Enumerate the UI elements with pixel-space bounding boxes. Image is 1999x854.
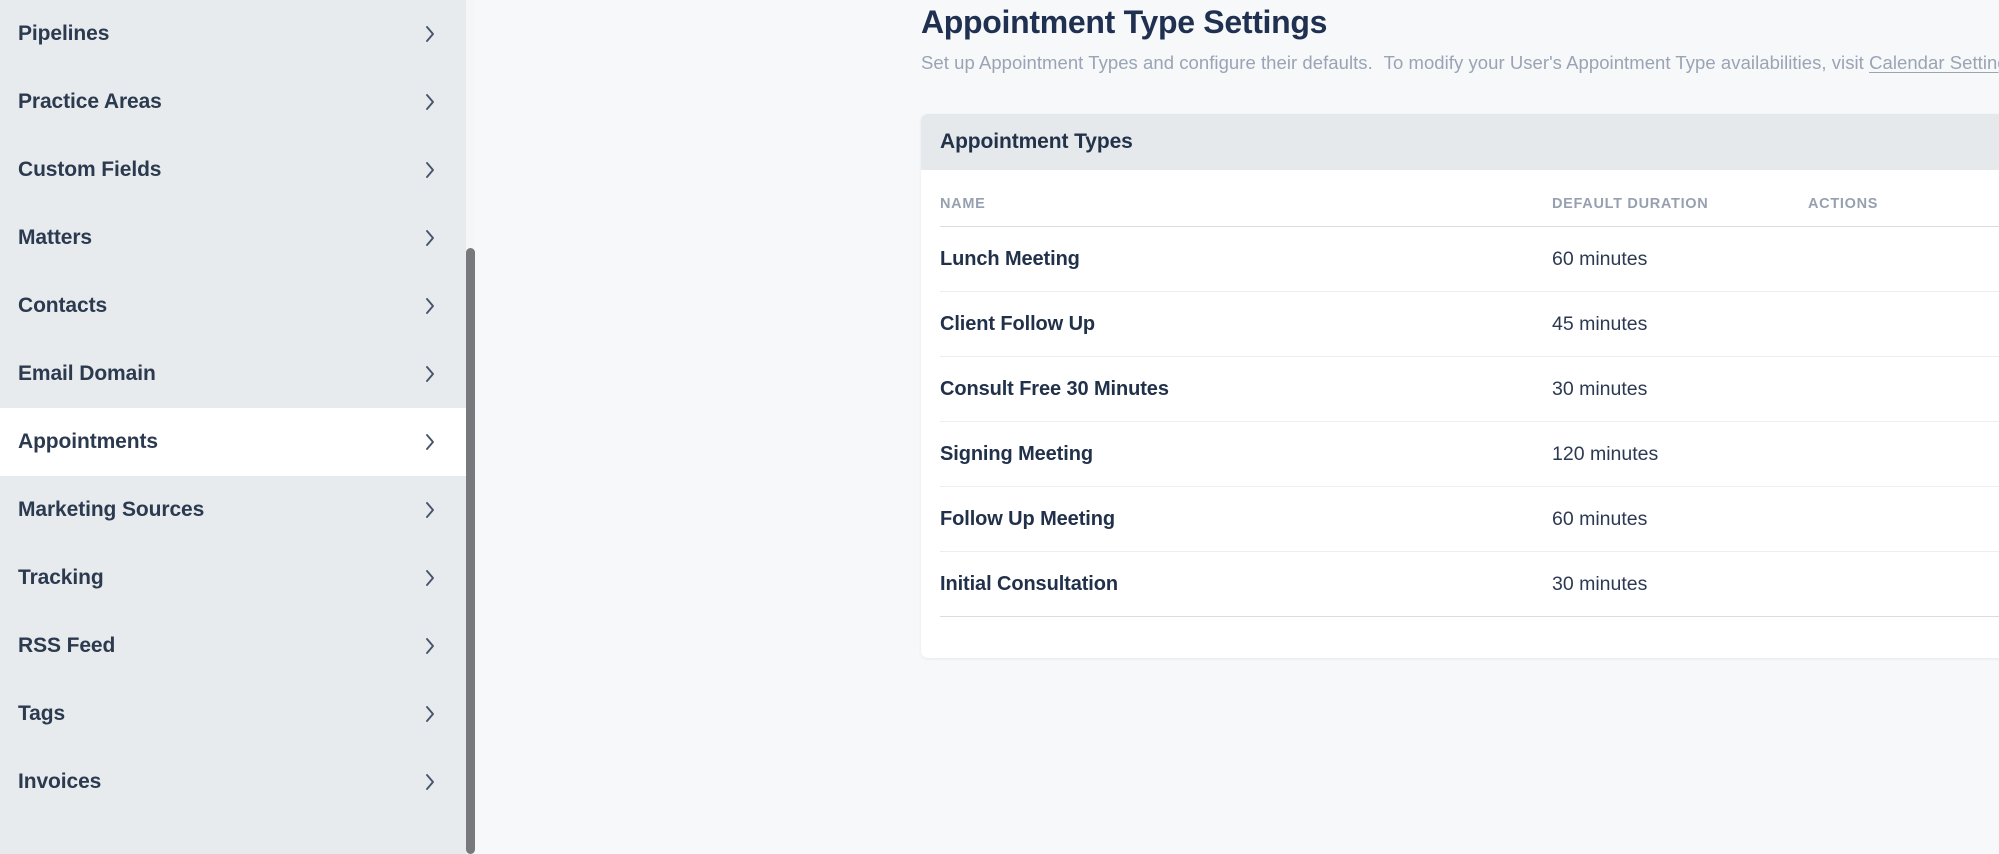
chevron-right-icon [424,24,436,44]
cell-actions [1808,356,1999,422]
table-row: Lunch Meeting 60 minutes [940,226,1999,292]
sidebar-item-label: Tags [18,702,66,725]
sidebar-item-marketing-sources[interactable]: Marketing Sources [0,476,466,544]
table-row: Follow Up Meeting 60 minutes [940,486,1999,552]
table-row: Signing Meeting 120 minutes [940,421,1999,487]
chevron-right-icon [424,704,436,724]
cell-default-duration: 120 minutes [1552,421,1808,487]
sidebar-item-rss-feed[interactable]: RSS Feed [0,612,466,680]
cell-appointment-name: Consult Free 30 Minutes [940,356,1552,422]
sidebar-item-custom-fields[interactable]: Custom Fields [0,136,466,204]
sidebar-item-label: Appointments [18,430,158,453]
chevron-right-icon [424,568,436,588]
chevron-right-icon [424,228,436,248]
table-container: NAME DEFAULT DURATION ACTIONS Lunch Meet… [921,170,1999,617]
cell-appointment-name: Initial Consultation [940,551,1552,617]
sidebar-item-email-domain[interactable]: Email Domain [0,340,466,408]
sidebar-item-tracking[interactable]: Tracking [0,544,466,612]
table-body: Lunch Meeting 60 minutes Client Follow Up 4… [940,226,1999,617]
cell-actions [1808,551,1999,617]
table-head: NAME DEFAULT DURATION ACTIONS [940,170,1999,227]
chevron-right-icon [424,296,436,316]
cell-actions [1808,226,1999,292]
chevron-right-icon [424,92,436,112]
sidebar-item-tags[interactable]: Tags [0,680,466,748]
sidebar-item-label: Matters [18,226,92,249]
card-header: Appointment Types [921,114,1999,170]
sidebar-nav-list: Pipelines Practice Areas Custom Fields Matt… [0,0,466,816]
sidebar-scrollbar-thumb[interactable] [466,248,475,854]
page-subtitle: Set up Appointment Types and configure t… [921,52,1999,74]
sidebar-item-label: Tracking [18,566,104,589]
appointment-types-table: NAME DEFAULT DURATION ACTIONS Lunch Meet… [940,170,1999,617]
table-header-row: NAME DEFAULT DURATION ACTIONS [940,170,1999,227]
column-header-actions: ACTIONS [1808,170,1999,227]
cell-appointment-name: Client Follow Up [940,291,1552,357]
cell-default-duration: 30 minutes [1552,356,1808,422]
cell-actions [1808,421,1999,487]
chevron-right-icon [424,772,436,792]
chevron-right-icon [424,364,436,384]
chevron-right-icon [424,160,436,180]
chevron-right-icon [424,500,436,520]
table-row: Client Follow Up 45 minutes [940,291,1999,357]
cell-default-duration: 30 minutes [1552,551,1808,617]
sidebar-item-label: RSS Feed [18,634,116,657]
column-header-duration: DEFAULT DURATION [1552,170,1808,227]
cell-default-duration: 45 minutes [1552,291,1808,357]
sidebar-item-label: Email Domain [18,362,156,385]
cell-default-duration: 60 minutes [1552,226,1808,292]
sidebar-item-label: Invoices [18,770,102,793]
sidebar-item-label: Practice Areas [18,90,162,113]
calendar-settings-link[interactable]: Calendar Settings. [1869,52,1999,73]
settings-page: Pipelines Practice Areas Custom Fields Matt… [0,0,1999,854]
cell-appointment-name: Lunch Meeting [940,226,1552,292]
page-title: Appointment Type Settings [921,4,1328,40]
settings-sidebar: Pipelines Practice Areas Custom Fields Matt… [0,0,466,854]
sidebar-item-label: Marketing Sources [18,498,205,521]
card-title: Appointment Types [940,130,1133,153]
cell-default-duration: 60 minutes [1552,486,1808,552]
cell-appointment-name: Signing Meeting [940,421,1552,487]
chevron-right-icon [424,636,436,656]
chevron-right-icon [424,432,436,452]
sidebar-item-label: Pipelines [18,22,110,45]
sidebar-item-label: Contacts [18,294,108,317]
page-subtitle-part2: To modify your User's Appointment Type a… [1383,52,1864,73]
sidebar-item-matters[interactable]: Matters [0,204,466,272]
sidebar-scrollbar[interactable] [466,0,475,854]
main-content: Appointment Type Settings Set up Appoint… [466,0,1999,854]
sidebar-item-invoices[interactable]: Invoices [0,748,466,816]
sidebar-item-practice-areas[interactable]: Practice Areas [0,68,466,136]
appointment-types-card: Appointment Types NAME DEFAULT DURATION … [921,114,1999,658]
cell-actions [1808,486,1999,552]
sidebar-item-contacts[interactable]: Contacts [0,272,466,340]
cell-actions [1808,291,1999,357]
sidebar-item-pipelines[interactable]: Pipelines [0,0,466,68]
page-subtitle-part1: Set up Appointment Types and configure t… [921,52,1373,73]
sidebar-item-appointments[interactable]: Appointments [0,408,466,476]
column-header-name: NAME [940,170,1552,227]
table-row: Consult Free 30 Minutes 30 minutes [940,356,1999,422]
table-row: Initial Consultation 30 minutes [940,551,1999,617]
cell-appointment-name: Follow Up Meeting [940,486,1552,552]
sidebar-item-label: Custom Fields [18,158,162,181]
